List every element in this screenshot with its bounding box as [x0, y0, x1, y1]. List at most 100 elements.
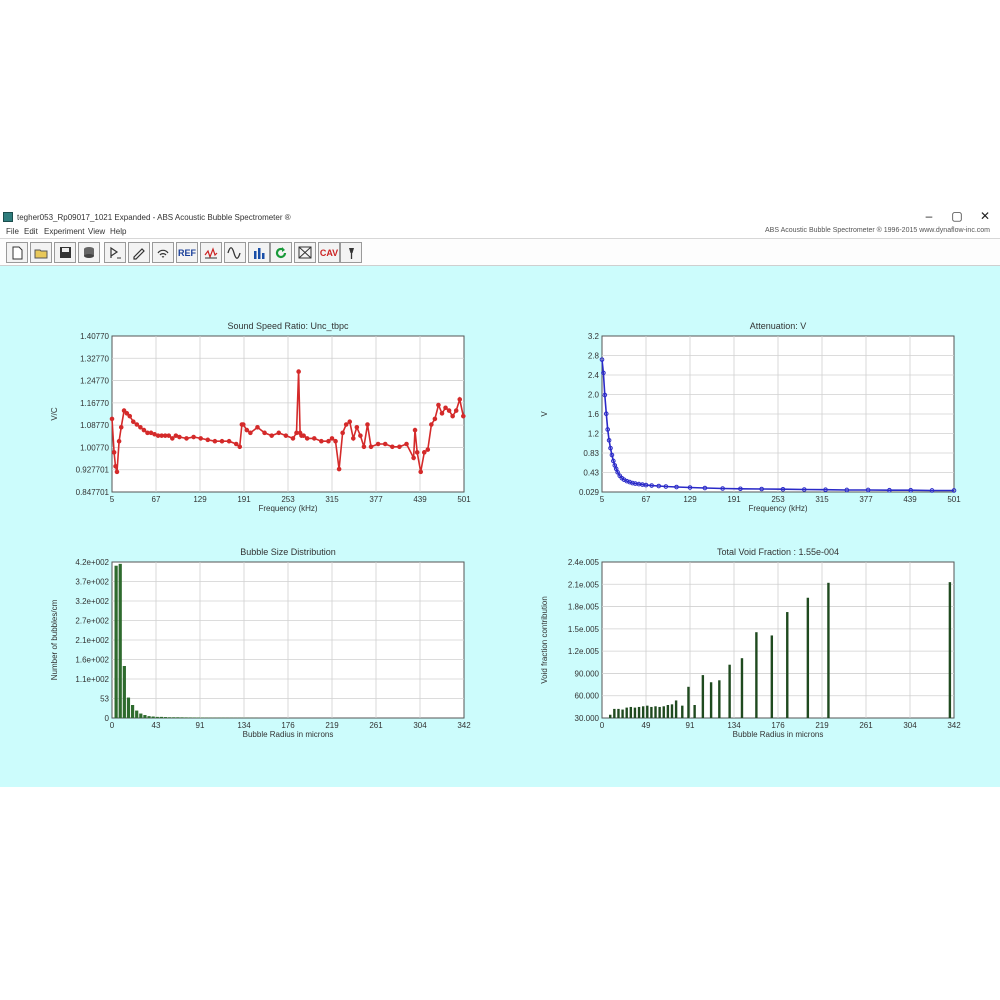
cancel-button[interactable] [294, 242, 316, 263]
signal-icon [157, 249, 169, 258]
x-tick-label: 176 [771, 721, 785, 730]
sine-wave-button[interactable] [224, 242, 246, 263]
y-tick-label: 0.029 [579, 488, 600, 497]
bar [180, 717, 184, 718]
bar [709, 682, 713, 718]
y-tick-label: 30.000 [575, 714, 600, 723]
bar [701, 675, 705, 718]
menu-experiment[interactable]: Experiment [44, 227, 84, 236]
bar [755, 632, 758, 718]
x-tick-label: 377 [369, 495, 383, 504]
menu-edit[interactable]: Edit [24, 227, 38, 236]
close-button[interactable]: ✕ [978, 209, 992, 223]
new-file-button[interactable] [6, 242, 28, 263]
data-point [166, 433, 172, 438]
data-point [414, 450, 420, 455]
bar [139, 713, 143, 718]
bar-chart-button[interactable] [248, 242, 270, 263]
x-tick-label: 176 [281, 721, 295, 730]
y-tick-label: 0 [105, 714, 110, 723]
bar [770, 635, 774, 718]
window-controls: – ▢ ✕ [922, 209, 992, 223]
data-point [290, 436, 296, 441]
data-point [184, 436, 189, 441]
sine-wave-icon [227, 247, 241, 259]
data-point [138, 424, 143, 430]
y-tick-label: 1.00770 [80, 443, 109, 452]
data-point [453, 408, 459, 413]
toolbar: REF CAV [0, 238, 1000, 266]
data-point [212, 438, 218, 444]
y-tick-label: 90.000 [575, 669, 600, 678]
window-title: tegher053_Rp09017_1021 Expanded - ABS Ac… [17, 213, 291, 222]
x-tick-label: 134 [237, 721, 251, 730]
bar [192, 717, 196, 718]
data-point [170, 436, 175, 441]
bar [163, 717, 168, 718]
y-tick-label: 53 [100, 695, 109, 704]
data-point [446, 408, 452, 413]
data-point [244, 427, 250, 433]
data-point [432, 416, 438, 422]
minimize-button[interactable]: – [922, 209, 936, 223]
data-point [411, 455, 416, 461]
menu-help[interactable]: Help [110, 227, 126, 236]
x-tick-label: 5 [110, 495, 115, 504]
bar [637, 706, 641, 718]
data-point [421, 450, 427, 455]
data-point [226, 438, 232, 444]
data-point [269, 433, 274, 438]
x-tick-label: 501 [947, 495, 961, 504]
y-axis-label: Void fraction contribution [540, 596, 549, 684]
y-tick-label: 2.1e.005 [568, 580, 600, 589]
y-tick-label: 1.08770 [80, 421, 109, 430]
y-tick-label: 1.6e+002 [75, 656, 109, 665]
save-button[interactable] [54, 242, 76, 263]
data-point [429, 422, 434, 427]
reference-button[interactable]: REF [176, 242, 198, 263]
data-point [304, 436, 310, 441]
data-point [114, 469, 120, 475]
menu-file[interactable]: File [6, 227, 19, 236]
chart-svg: Attenuation: V 5 67 129 191 253 315 377 439 501 0.… [540, 321, 961, 513]
refresh-icon [275, 247, 287, 259]
open-folder-button[interactable] [30, 242, 52, 263]
data-point [296, 369, 301, 374]
x-tick-label: 315 [815, 495, 829, 504]
y-tick-label: 3.7e+002 [75, 578, 109, 587]
y-tick-label: 4.2e+002 [75, 558, 109, 567]
probe-button[interactable] [340, 242, 362, 263]
edit-settings-button[interactable] [128, 242, 150, 263]
signal-button[interactable] [152, 242, 174, 263]
y-tick-label: 1.1e+002 [75, 675, 109, 684]
data-point [109, 416, 115, 422]
data-point [354, 424, 360, 430]
cav-button[interactable]: CAV [318, 242, 340, 263]
y-axis-label: V [540, 411, 549, 417]
bar [693, 705, 696, 718]
data-point [198, 436, 204, 441]
x-tick-label: 67 [152, 495, 161, 504]
menu-view[interactable]: View [88, 227, 105, 236]
data-point [116, 438, 122, 444]
data-point [248, 430, 253, 436]
data-point [375, 441, 381, 447]
bar [718, 680, 721, 718]
bar [172, 717, 176, 718]
maximize-button[interactable]: ▢ [950, 209, 964, 223]
waveform-button[interactable] [200, 242, 222, 263]
calibration-button[interactable] [104, 242, 126, 263]
refresh-button[interactable] [270, 242, 292, 263]
bar [130, 705, 135, 718]
data-point [404, 441, 409, 447]
data-point [390, 444, 395, 450]
database-button[interactable] [78, 242, 100, 263]
x-tick-label: 49 [642, 721, 651, 730]
data-point [319, 438, 324, 444]
chart-title: Total Void Fraction : 1.55e-004 [717, 547, 839, 557]
bar [650, 706, 653, 718]
x-tick-label: 91 [196, 721, 205, 730]
x-tick-label: 219 [815, 721, 829, 730]
y-tick-label: 0.847701 [76, 488, 110, 497]
x-tick-label: 253 [281, 495, 295, 504]
